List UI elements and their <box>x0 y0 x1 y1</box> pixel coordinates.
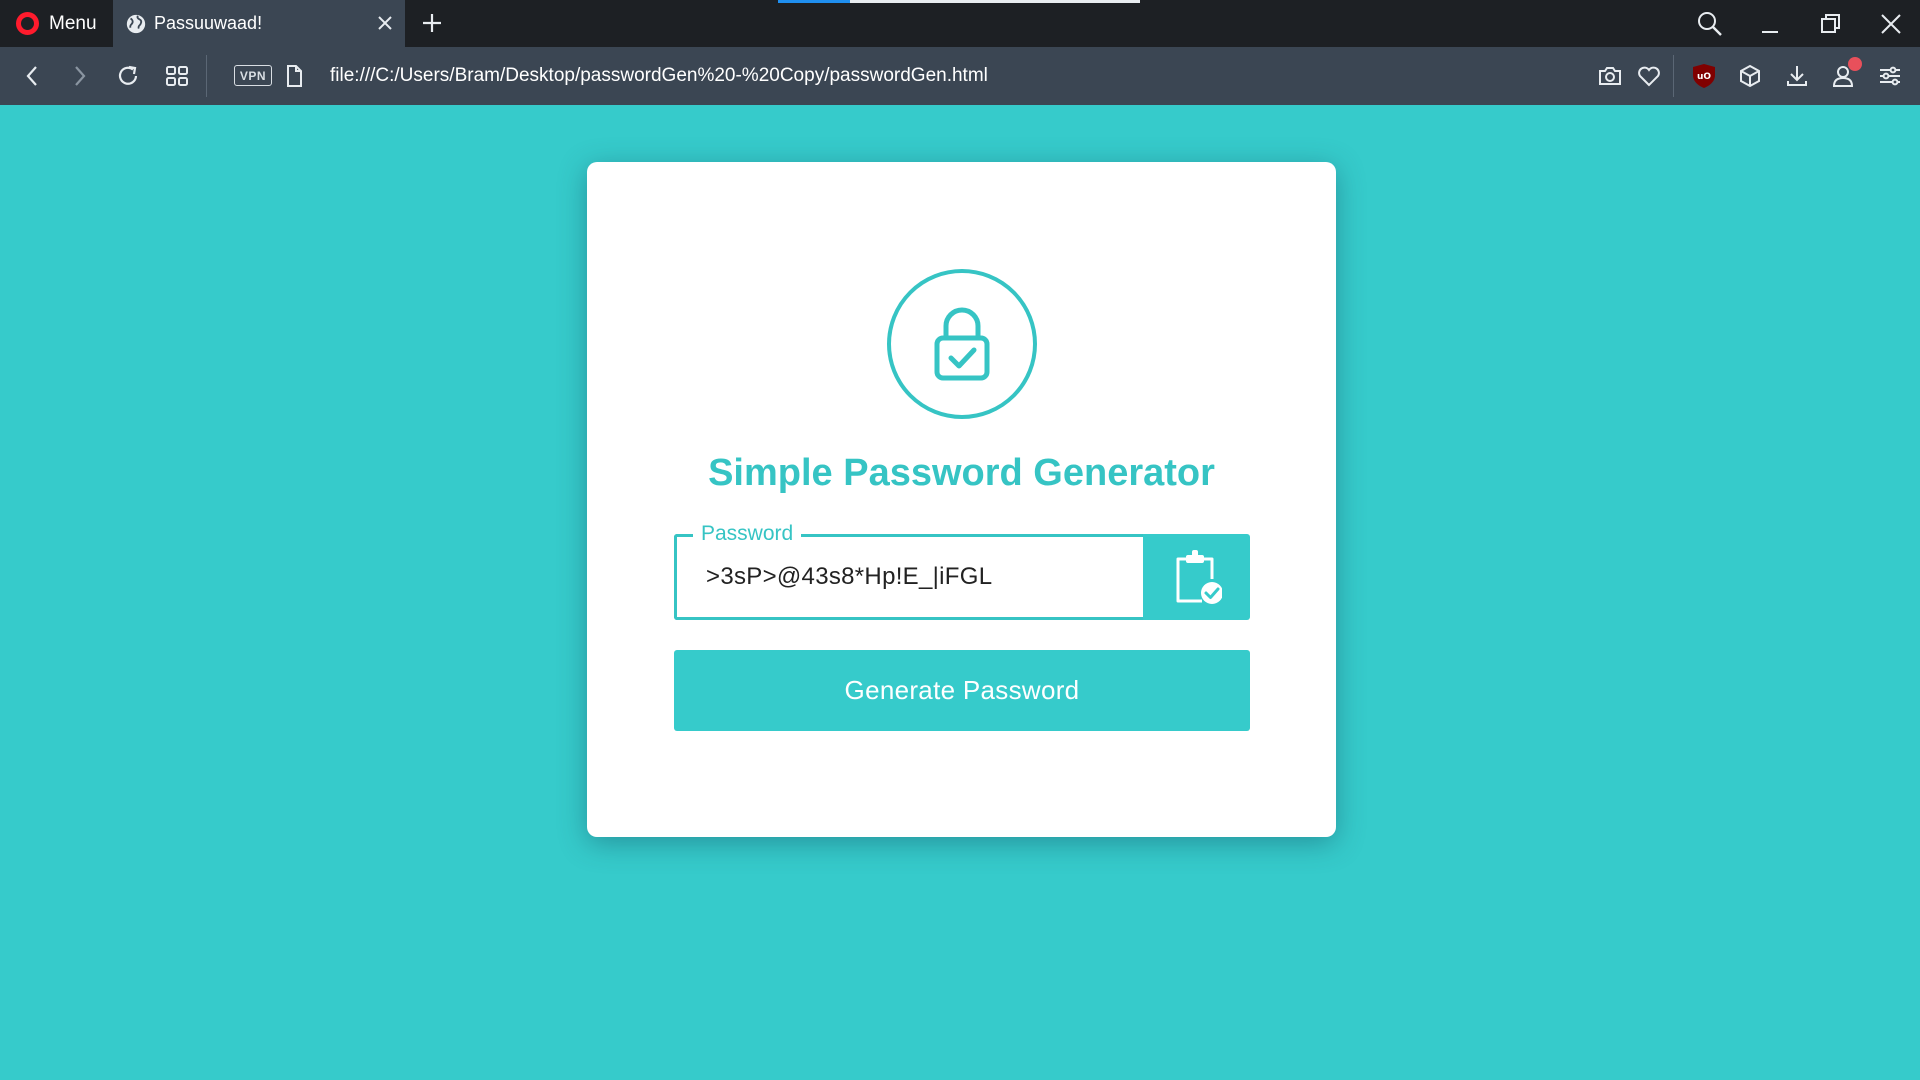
page-icon[interactable] <box>280 62 308 90</box>
loading-indicator <box>778 0 850 3</box>
copy-to-clipboard-button[interactable] <box>1143 534 1250 620</box>
restore-icon[interactable] <box>1814 8 1846 40</box>
speed-dial-icon[interactable] <box>163 62 191 90</box>
clipboard-check-icon <box>1176 550 1222 604</box>
reload-icon[interactable] <box>114 62 142 90</box>
opera-menu-button[interactable]: Menu <box>0 0 112 47</box>
browser-tab-bar: Menu Passuuwaad! <box>0 0 1920 47</box>
lock-badge <box>887 269 1037 419</box>
heart-icon[interactable] <box>1635 62 1663 90</box>
ublock-icon[interactable]: uO <box>1692 63 1716 89</box>
close-tab-icon[interactable] <box>373 11 397 35</box>
lock-check-icon <box>934 307 990 381</box>
tab-title: Passuuwaad! <box>154 13 263 33</box>
cube-icon[interactable] <box>1736 62 1764 90</box>
browser-tab-active[interactable]: Passuuwaad! <box>113 0 405 47</box>
address-url[interactable]: file:///C:/Users/Bram/Desktop/passwordGe… <box>330 62 988 90</box>
generate-password-button[interactable]: Generate Password <box>674 650 1250 731</box>
page-title: Simple Password Generator <box>708 452 1215 494</box>
password-field[interactable]: Password >3sP>@43s8*Hp!E_|iFGL <box>674 520 1143 620</box>
browser-address-bar: VPN file:///C:/Users/Bram/Desktop/passwo… <box>0 47 1920 105</box>
globe-icon <box>126 14 146 33</box>
opera-logo-icon <box>16 12 39 35</box>
search-icon[interactable] <box>1694 8 1726 40</box>
toolbar-separator <box>206 55 207 97</box>
new-tab-icon[interactable] <box>418 9 446 37</box>
close-window-icon[interactable] <box>1875 8 1907 40</box>
forward-icon[interactable] <box>65 62 93 90</box>
vpn-badge[interactable]: VPN <box>234 65 272 86</box>
camera-icon[interactable] <box>1596 62 1624 90</box>
toolbar-separator <box>1673 55 1674 97</box>
download-icon[interactable] <box>1783 62 1811 90</box>
menu-label: Menu <box>49 12 97 34</box>
back-icon[interactable] <box>19 62 47 90</box>
svg-text:uO: uO <box>1697 72 1711 82</box>
password-generator-card: Simple Password Generator Password >3sP>… <box>587 162 1336 837</box>
notification-dot <box>1848 57 1862 71</box>
minimize-icon[interactable] <box>1754 8 1786 40</box>
loading-track <box>850 0 1140 3</box>
easy-setup-icon[interactable] <box>1876 62 1904 90</box>
password-output[interactable]: >3sP>@43s8*Hp!E_|iFGL <box>706 537 992 617</box>
